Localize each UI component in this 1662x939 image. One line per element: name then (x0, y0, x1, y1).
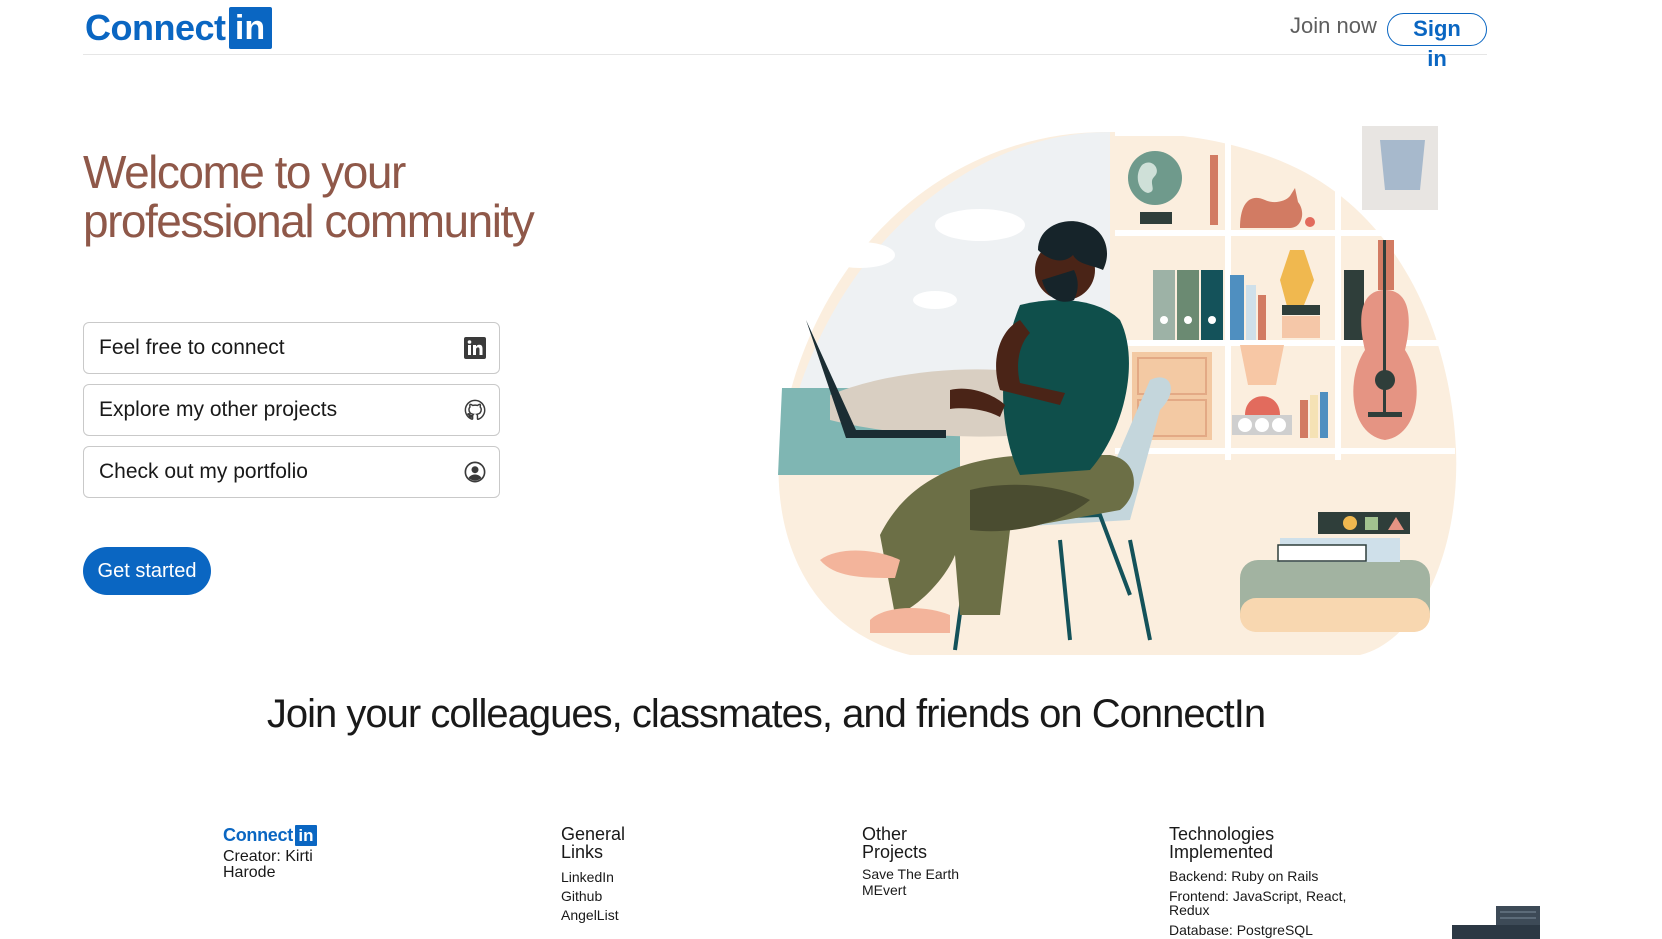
connect-link-label: Feel free to connect (99, 336, 285, 359)
sign-in-button[interactable]: Sign in (1387, 13, 1487, 71)
technologies-heading: Technologies Implemented (1169, 824, 1275, 862)
portfolio-link[interactable]: Check out my portfolio (83, 446, 500, 498)
linkedin-icon (463, 336, 487, 360)
github-icon (463, 398, 487, 422)
connectin-logo[interactable]: Connect in (85, 7, 272, 49)
top-nav: Connect in Join now Sign in (83, 0, 1487, 71)
tech-backend: Backend: Ruby on Rails (1169, 868, 1319, 884)
hero-illustration (770, 120, 1470, 670)
portfolio-link-label: Check out my portfolio (99, 460, 308, 483)
join-banner: Join your colleagues, classmates, and fr… (0, 692, 1662, 737)
footer-link-save-the-earth[interactable]: Save The Earth (862, 866, 959, 882)
general-links-heading: General Links (561, 824, 626, 862)
building-illustration (1452, 906, 1540, 939)
connect-link[interactable]: Feel free to connect (83, 322, 500, 374)
hero-title: Welcome to your professional community (83, 146, 535, 247)
join-banner-text: Join your colleagues, classmates, and fr… (266, 692, 1266, 736)
footer-link-mevert[interactable]: MEvert (862, 882, 959, 898)
footer-general-links: General Links LinkedIn Github AngelList (561, 825, 631, 925)
footer-link-github[interactable]: Github (561, 887, 631, 906)
footer-logo[interactable]: Connect in (223, 825, 323, 846)
footer-technologies: Technologies Implemented Backend: Ruby o… (1169, 825, 1359, 938)
tech-frontend: Frontend: JavaScript, React, Redux (1169, 888, 1347, 918)
footer-logo-in-box: in (294, 825, 317, 846)
logo-in-box: in (228, 7, 272, 49)
footer-link-angellist[interactable]: AngelList (561, 906, 631, 925)
footer-link-linkedin[interactable]: LinkedIn (561, 868, 631, 887)
footer-creator: Creator: Kirti Harode (223, 848, 313, 881)
join-now-button[interactable]: Join now (1290, 13, 1377, 39)
footer-brand: Connect in Creator: Kirti Harode (223, 825, 323, 881)
projects-link-label: Explore my other projects (99, 398, 338, 421)
projects-link[interactable]: Explore my other projects (83, 384, 500, 436)
footer-logo-text: Connect (223, 825, 293, 845)
get-started-button[interactable]: Get started (83, 547, 211, 595)
user-circle-icon (463, 460, 487, 484)
logo-text: Connect (85, 7, 226, 48)
footer-other-projects: Other Projects Save The Earth MEvert (862, 825, 959, 898)
other-projects-heading: Other Projects (862, 824, 928, 862)
tech-database: Database: PostgreSQL (1169, 922, 1313, 938)
